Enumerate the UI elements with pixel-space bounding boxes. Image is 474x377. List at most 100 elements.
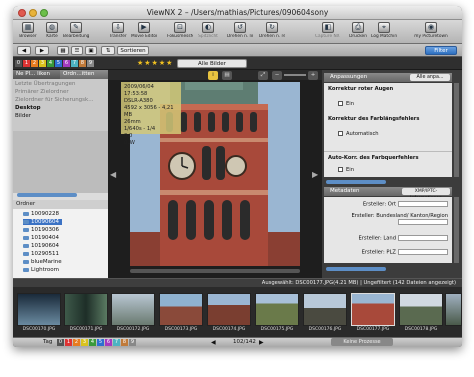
filter-button[interactable]: Filter [425, 46, 457, 55]
favorite-primary-destination[interactable]: Primärer Zielordner [15, 89, 69, 95]
adjustments-scrollbar[interactable] [454, 83, 459, 177]
tag-label-7[interactable]: 7 [113, 339, 120, 346]
metadata-scrollbar[interactable] [454, 197, 459, 263]
thumbnail[interactable] [207, 293, 251, 326]
next-image-icon[interactable]: ▶ [312, 170, 318, 179]
tag-label-9[interactable]: 9 [129, 339, 136, 346]
thumbnail[interactable] [159, 293, 203, 326]
thumbnail[interactable] [445, 293, 462, 326]
tag-label-0[interactable]: 0 [57, 339, 64, 346]
label-3[interactable]: 3 [39, 60, 46, 67]
tag-label-2[interactable]: 2 [73, 339, 80, 346]
label-9[interactable]: 9 [87, 60, 94, 67]
meta-input[interactable] [398, 219, 448, 225]
meta-input[interactable] [398, 235, 448, 241]
zoom-in-icon[interactable]: + [308, 71, 318, 80]
tab-navigation[interactable]: Ne Pl... liken [13, 70, 60, 79]
zoom-out-icon[interactable]: − [272, 71, 282, 80]
tag-label-3[interactable]: 3 [81, 339, 88, 346]
info-camera: DSLR-A380 [124, 98, 153, 104]
folder-item[interactable]: blueMarine [23, 259, 62, 265]
folder-item[interactable]: Lightroom [23, 267, 59, 273]
rotate-right-button[interactable]: ↻Drehen n. rechts [259, 22, 285, 39]
thumbnail[interactable] [303, 293, 347, 326]
meta-field-zip[interactable]: Ersteller: PLZ [362, 249, 448, 256]
thumbnail[interactable] [17, 293, 61, 326]
left-panel: Ne Pl... liken Ordn...itten Letzte Übert… [13, 70, 108, 278]
label-2[interactable]: 2 [31, 60, 38, 67]
red-eye-checkbox[interactable]: Ein [338, 101, 354, 107]
meta-field-country[interactable]: Ersteller: Land [358, 235, 448, 242]
sort-button[interactable]: Sortieren [117, 46, 149, 55]
folder-item[interactable]: 10090228 [23, 211, 59, 217]
back-icon[interactable]: ◀ [17, 46, 31, 55]
print-button[interactable]: ⎙ Drucken [345, 22, 371, 39]
sort-icon[interactable]: ⇅ [101, 46, 115, 55]
folder-item[interactable]: 10190604 [23, 243, 59, 249]
folder-item[interactable]: 10190404 [23, 235, 59, 241]
meta-field-city[interactable]: Ersteller: Ort [363, 201, 448, 208]
thumbnail-selected[interactable] [351, 293, 395, 326]
tag-label-1[interactable]: 1 [65, 339, 72, 346]
label-5[interactable]: 5 [55, 60, 62, 67]
tab-folders[interactable]: Ordn...itten [60, 70, 108, 79]
capture-icon: ◧ [322, 22, 334, 33]
adjustments-dropdown[interactable]: Alle anpa... [410, 74, 450, 81]
lateral-aberration-checkbox[interactable]: Ein [338, 167, 354, 173]
list-view-icon[interactable]: ☰ [71, 46, 83, 55]
histogram-icon[interactable]: ▤ [222, 71, 232, 80]
adjustments-hscroll[interactable] [326, 180, 386, 184]
info-overlay-icon[interactable]: i [208, 71, 218, 80]
chromatic-aberration-checkbox[interactable]: Automatisch [338, 131, 379, 137]
favorite-desktop[interactable]: Desktop [15, 105, 41, 111]
map-button[interactable]: ◍ Karte [39, 22, 65, 39]
previous-image-icon[interactable]: ◀ [110, 170, 116, 179]
edit-button[interactable]: ✎ Bearbeitung [63, 22, 89, 39]
label-0[interactable]: 0 [15, 60, 22, 67]
log-matching-button[interactable]: ⌖ Log Matching [371, 22, 397, 39]
browser-button[interactable]: ▦ Browser [15, 22, 41, 39]
favorites-scrollbar[interactable] [17, 193, 77, 197]
tag-label-8[interactable]: 8 [121, 339, 128, 346]
viewer-scrollbar[interactable] [130, 269, 300, 273]
tag-label-6[interactable]: 6 [105, 339, 112, 346]
meta-input[interactable] [398, 249, 448, 255]
fit-icon[interactable]: ⤢ [258, 71, 268, 80]
metadata-dropdown[interactable]: XMP/IPTC-Informationen [402, 188, 450, 201]
focus-point-button[interactable]: ⊡Fokusmessfeld [167, 22, 193, 39]
folder-item[interactable]: 10090604 [23, 219, 62, 225]
image-filter-select[interactable]: Alle Bilder [177, 59, 247, 68]
folder-item[interactable]: 10290511 [23, 251, 59, 257]
meta-input[interactable] [398, 201, 448, 207]
capture-nx-button[interactable]: ◧ Capture NX 2 [315, 22, 341, 39]
thumbnail[interactable] [255, 293, 299, 326]
tag-label-5[interactable]: 5 [97, 339, 104, 346]
thumbnail[interactable] [111, 293, 155, 326]
transfer-button[interactable]: ⇩ Transfer [105, 22, 131, 39]
zoom-slider[interactable] [284, 74, 306, 76]
tag-label-4[interactable]: 4 [89, 339, 96, 346]
forward-icon[interactable]: ▶ [35, 46, 49, 55]
folder-item[interactable]: 10190306 [23, 227, 59, 233]
thumbnail[interactable] [399, 293, 443, 326]
label-4[interactable]: 4 [47, 60, 54, 67]
label-1[interactable]: 1 [23, 60, 30, 67]
favorite-backup-destination[interactable]: Zielordner für Sicherungsk... [15, 97, 93, 103]
next-page-icon[interactable]: ▶ [259, 339, 264, 346]
favorite-pictures[interactable]: Bilder [15, 113, 31, 119]
viewer-icon[interactable]: ▣ [85, 46, 97, 55]
favorite-recent-transfers[interactable]: Letzte Übertragungen [15, 81, 75, 87]
thumbnail[interactable] [64, 293, 108, 326]
label-8[interactable]: 8 [79, 60, 86, 67]
rating-stars[interactable]: ★★★★★ [137, 59, 173, 67]
highlight-button[interactable]: ◐ Spitzlicht [195, 22, 221, 39]
thumbnail-view-icon[interactable]: ▦ [57, 46, 69, 55]
picturetown-button[interactable]: ◉ my Picturetown [407, 22, 455, 39]
rotate-left-button[interactable]: ↺Drehen n. links [227, 22, 253, 39]
label-6[interactable]: 6 [63, 60, 70, 67]
metadata-hscroll[interactable] [326, 267, 386, 271]
movie-editor-button[interactable]: ▶ Movie Editor [131, 22, 157, 39]
prev-page-icon[interactable]: ◀ [211, 339, 216, 346]
meta-field-state[interactable]: Ersteller: Bundesland/ Kanton/Region [348, 213, 448, 226]
label-7[interactable]: 7 [71, 60, 78, 67]
